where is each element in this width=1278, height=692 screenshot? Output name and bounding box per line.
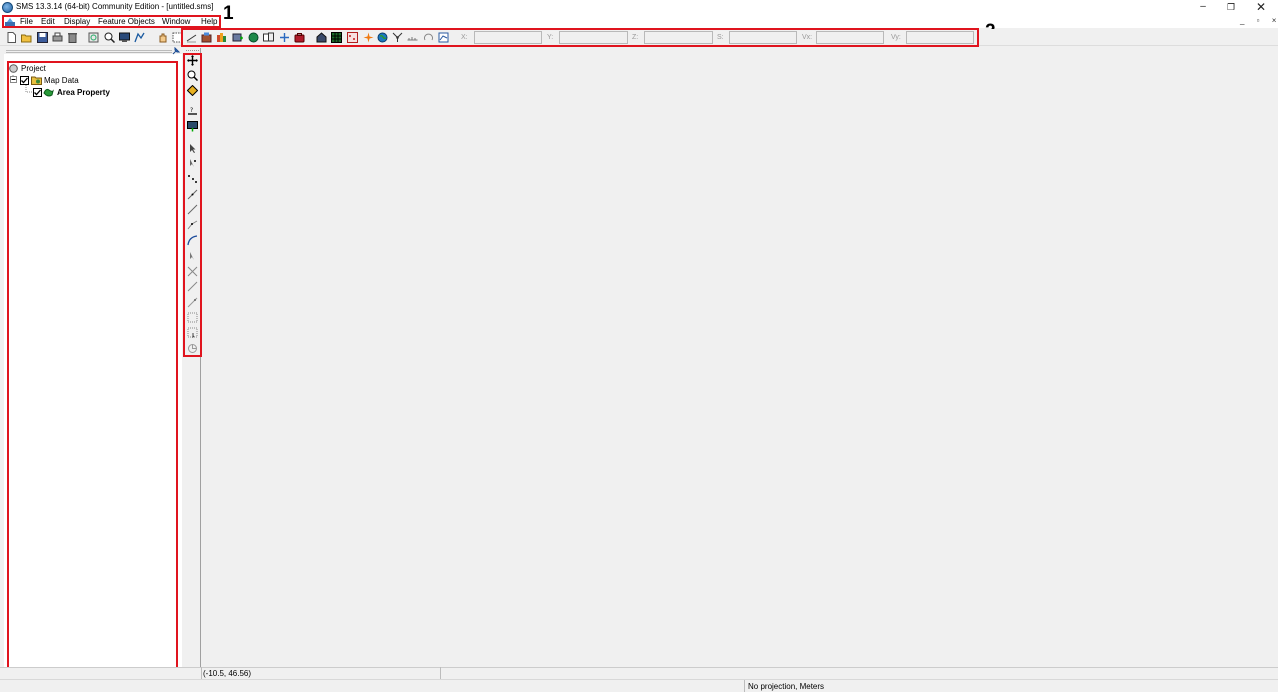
mdi-window-controls[interactable]: _ ▫ ×: [1240, 16, 1278, 25]
y-coord-field[interactable]: [559, 31, 628, 44]
restore-button[interactable]: ❐: [1216, 0, 1246, 15]
cursor-position: (-10.5, 46.56): [203, 669, 252, 678]
open-icon[interactable]: [21, 32, 32, 43]
title-bar: SMS 13.3.14 (64-bit) Community Edition -…: [0, 0, 1278, 15]
vx-coord-label: Vx:: [802, 34, 813, 41]
s-coord-field[interactable]: [729, 31, 797, 44]
minimize-button[interactable]: –: [1188, 0, 1218, 15]
sms-window: SMS 13.3.14 (64-bit) Community Edition -…: [0, 0, 1278, 692]
status-divider: [440, 667, 441, 679]
hand-icon[interactable]: [157, 32, 168, 43]
graphics-window[interactable]: [202, 47, 1278, 667]
save-icon[interactable]: [37, 32, 48, 43]
print-icon[interactable]: [52, 32, 63, 43]
menu-bar-highlight: [2, 15, 221, 28]
zoom-icon[interactable]: [104, 32, 115, 43]
vy-coord-label: Vy:: [891, 34, 901, 41]
close-button[interactable]: ✕: [1246, 0, 1276, 15]
z-coord-field[interactable]: [644, 31, 713, 44]
new-icon[interactable]: [6, 32, 17, 43]
x-coord-field[interactable]: [474, 31, 542, 44]
project-explorer-highlight: [7, 61, 178, 672]
projection-status: No projection, Meters: [748, 682, 825, 691]
display-options-icon[interactable]: [119, 32, 130, 43]
y-coord-label: Y:: [547, 34, 554, 41]
get-info-icon[interactable]: [134, 32, 145, 43]
vy-coord-field[interactable]: [906, 31, 974, 44]
annotation-1: 1: [223, 3, 234, 24]
pin-icon[interactable]: [172, 47, 180, 55]
window-title: SMS 13.3.14 (64-bit) Community Edition -…: [16, 2, 214, 11]
app-globe-icon: [2, 2, 13, 13]
tool-palette-highlight: [183, 53, 202, 357]
s-coord-label: S:: [717, 34, 724, 41]
status-divider: [201, 667, 202, 679]
palette-grip[interactable]: [186, 49, 199, 52]
status-separator: [0, 679, 1278, 680]
panel-grip[interactable]: [6, 50, 172, 53]
delete-icon[interactable]: [67, 32, 78, 43]
x-coord-label: X:: [461, 34, 468, 41]
frame-icon[interactable]: [88, 32, 99, 43]
z-coord-label: Z:: [632, 34, 639, 41]
vx-coord-field[interactable]: [816, 31, 884, 44]
status-divider: [744, 680, 745, 692]
